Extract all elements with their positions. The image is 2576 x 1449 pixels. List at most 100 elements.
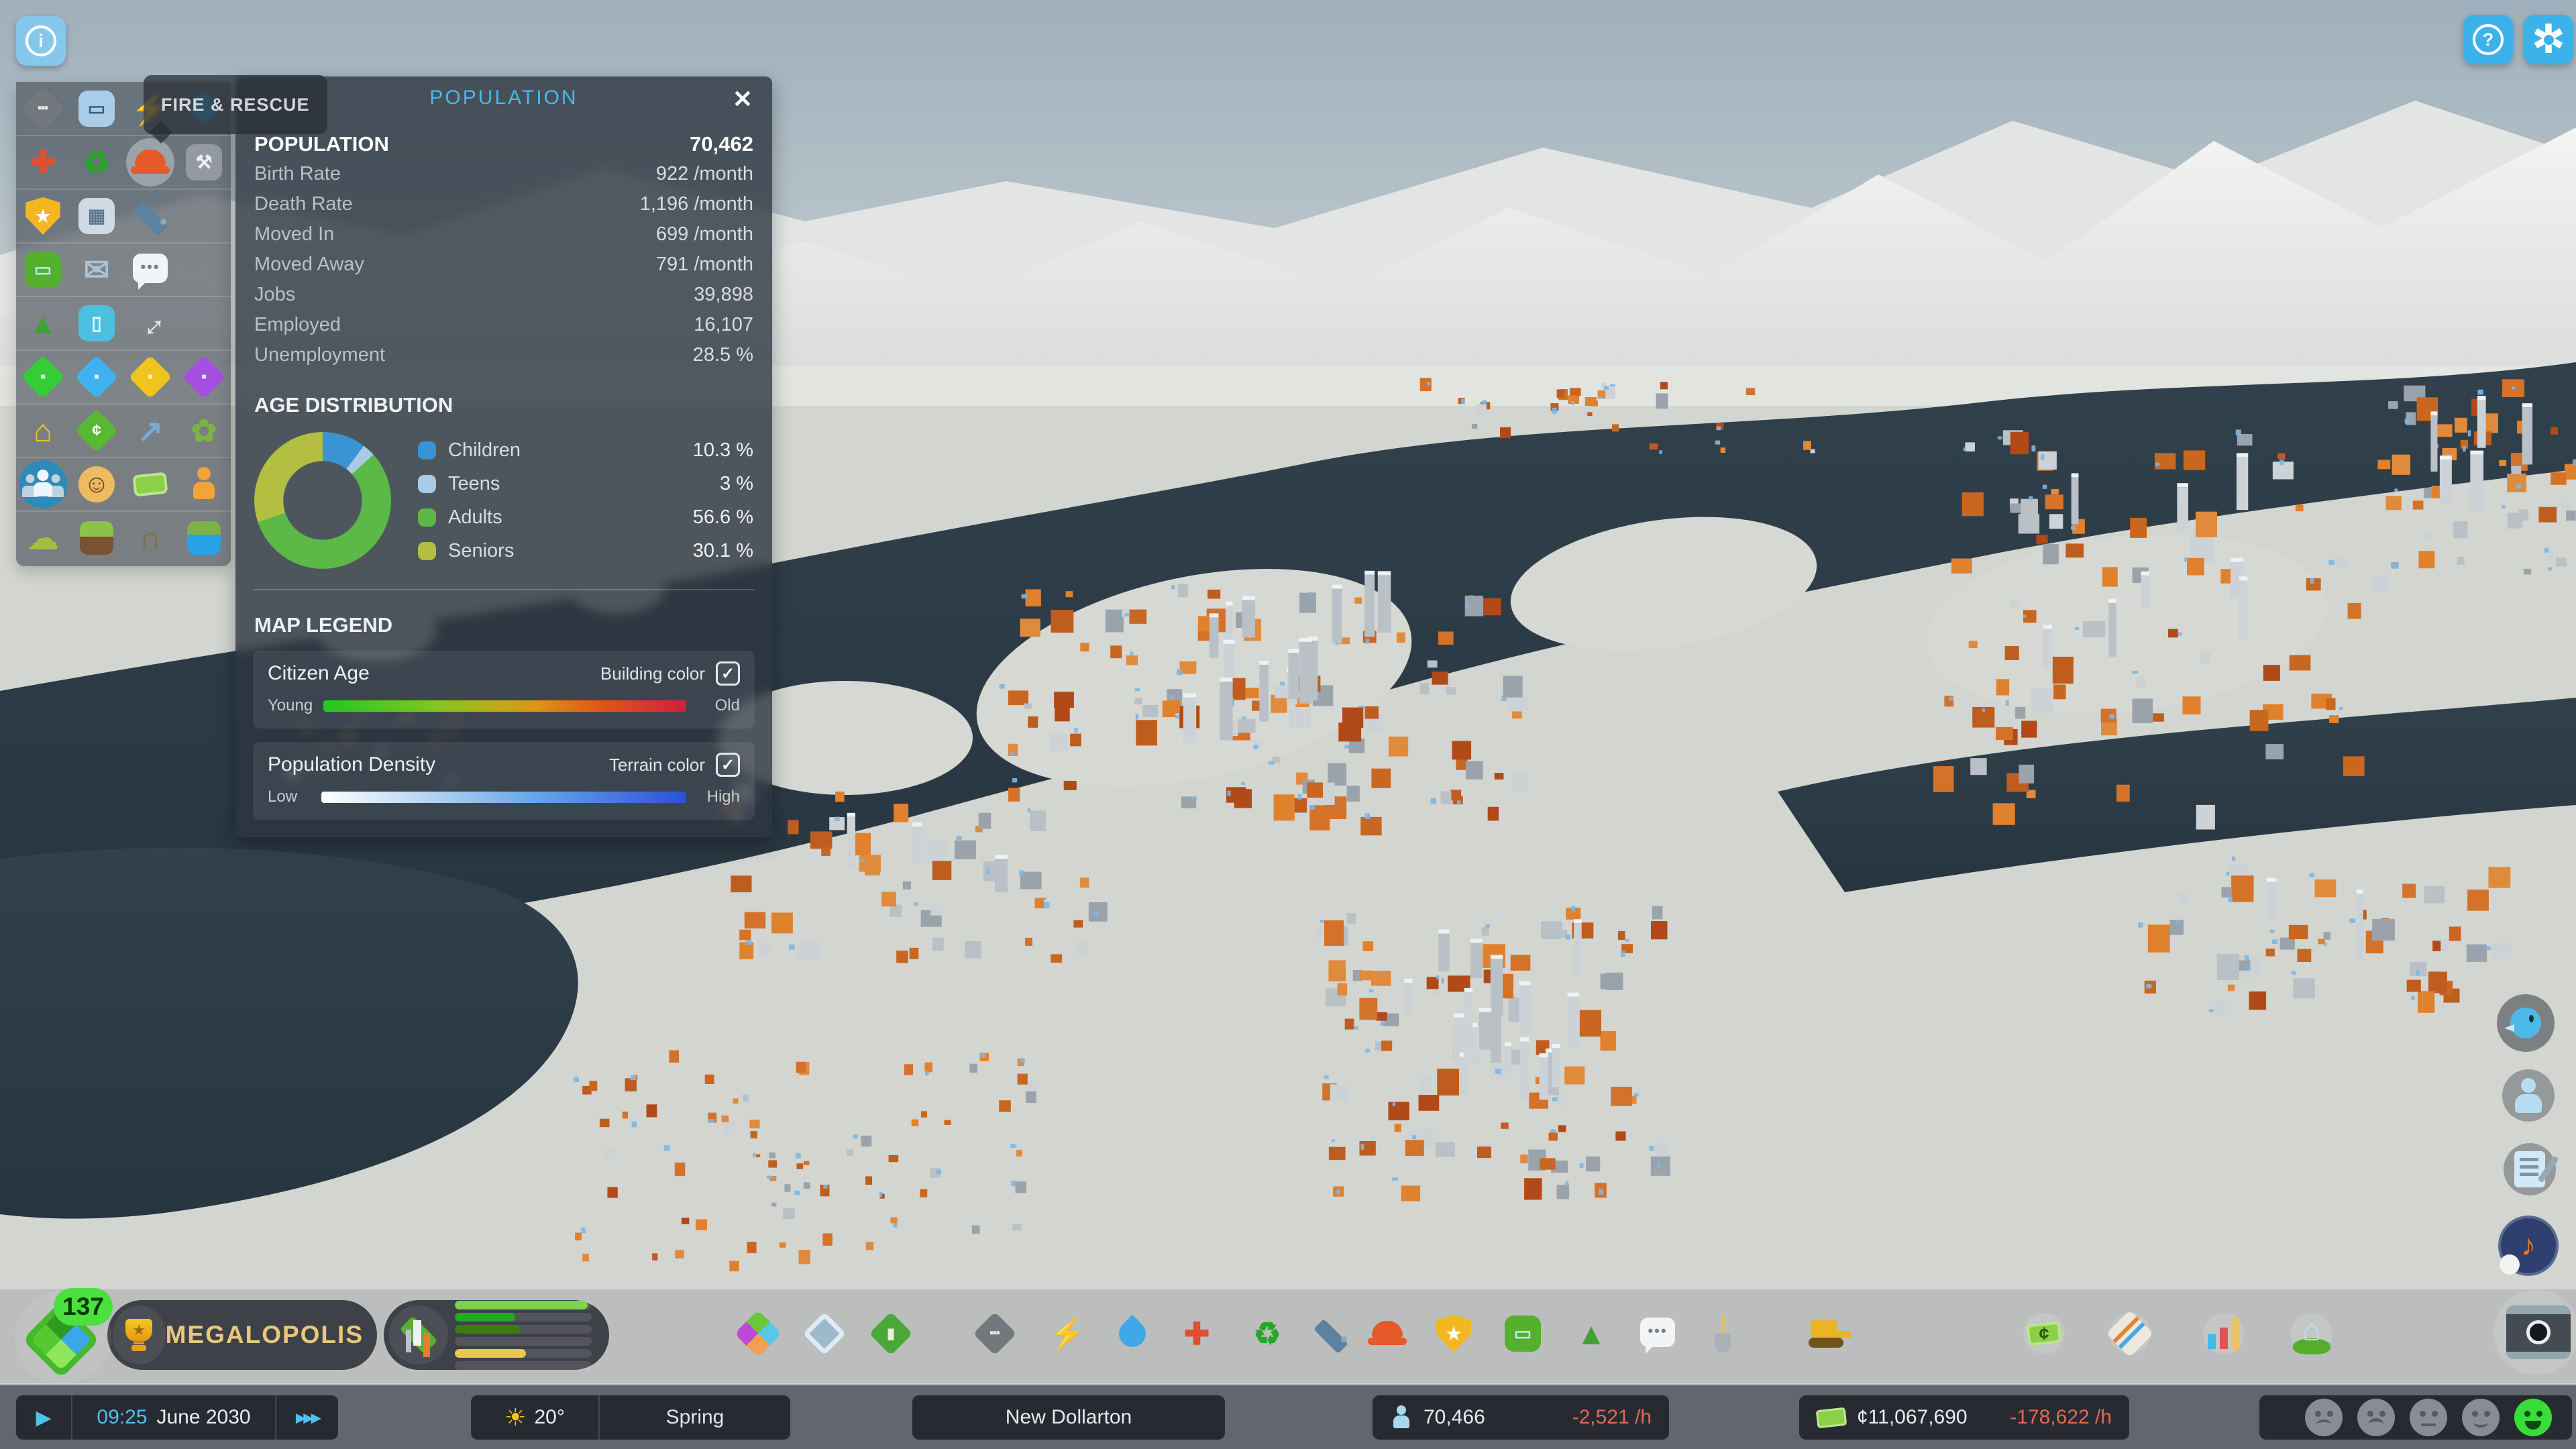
fire-rescue[interactable] xyxy=(126,138,174,186)
city-name-pill[interactable]: New Dollarton xyxy=(912,1395,1225,1440)
public-transport[interactable]: ▭ xyxy=(72,85,121,133)
zones-residential[interactable]: ▪ xyxy=(19,353,67,401)
weather-widget[interactable]: ☀ 20° Spring xyxy=(471,1395,790,1440)
transportation[interactable]: ▭ xyxy=(1499,1309,1547,1358)
chirper-button[interactable] xyxy=(2497,994,2555,1052)
police[interactable]: ★ xyxy=(19,192,67,240)
help-button[interactable]: ? xyxy=(2463,15,2513,64)
stat-label: POPULATION xyxy=(254,132,389,156)
water-sewage[interactable] xyxy=(1108,1309,1157,1358)
bulldozer[interactable] xyxy=(1803,1309,1851,1358)
post[interactable]: ✉ xyxy=(72,246,121,294)
zones[interactable] xyxy=(734,1309,782,1358)
garbage[interactable]: ♻ xyxy=(72,138,121,186)
zones-industrial[interactable]: ▪ xyxy=(126,353,174,401)
maintenance[interactable]: ⚒ xyxy=(180,138,228,186)
economy[interactable] xyxy=(126,460,174,508)
infoviews-panel: ┅ ▭ ⚡ ✚ ♻ xyxy=(16,82,231,566)
stat-row: Birth Rate 922 /month xyxy=(254,159,753,189)
speed-button[interactable]: ▶▶▶ xyxy=(276,1409,338,1426)
signature-buildings[interactable]: ▮ xyxy=(867,1309,915,1358)
communications[interactable]: ••• xyxy=(1633,1309,1682,1358)
zones-commercial[interactable]: ▪ xyxy=(72,353,121,401)
administration[interactable]: ▦ xyxy=(72,192,121,240)
happiness-face-icon xyxy=(2305,1399,2343,1436)
tourism[interactable]: ▯ xyxy=(72,299,121,347)
housing[interactable]: ⌂ xyxy=(19,407,67,455)
garbage[interactable]: ♻ xyxy=(1243,1309,1291,1358)
settings-button[interactable]: ✱ xyxy=(2524,15,2573,64)
panel-title: POPULATION xyxy=(429,87,578,109)
stat-label: Birth Rate xyxy=(254,163,341,185)
happiness[interactable]: ☺ xyxy=(72,460,121,508)
greenery[interactable]: ✿ xyxy=(180,407,228,455)
population-widget[interactable]: 70,466 -2,521 /h xyxy=(1373,1395,1669,1440)
education[interactable] xyxy=(1307,1309,1355,1358)
money-widget[interactable]: ¢11,067,690 -178,622 /h xyxy=(1799,1395,2129,1440)
parks-recreation[interactable]: ▲ xyxy=(1567,1309,1615,1358)
map-overview[interactable] xyxy=(2106,1309,2154,1358)
legend-name: Citizen Age xyxy=(268,662,370,685)
stat-row: POPULATION 70,462 xyxy=(254,129,753,159)
statistics[interactable]: ↗ xyxy=(126,407,174,455)
fire-rescue[interactable] xyxy=(1363,1309,1411,1358)
areas[interactable] xyxy=(800,1309,849,1358)
stat-value: 922 /month xyxy=(656,163,753,185)
population-count: 70,466 xyxy=(1424,1406,1485,1429)
stat-label: Death Rate xyxy=(254,193,353,215)
communications[interactable]: ••• xyxy=(126,246,174,294)
stat-row: Moved In 699 /month xyxy=(254,219,753,250)
infoviews-button[interactable]: i xyxy=(16,16,66,66)
progression[interactable]: ⌂ xyxy=(2288,1309,2336,1358)
electricity[interactable]: ⚡ xyxy=(1043,1309,1091,1358)
roads[interactable]: ┅ xyxy=(971,1309,1019,1358)
population[interactable] xyxy=(19,460,67,508)
milestone-badge[interactable]: 137 xyxy=(15,1291,111,1385)
outside-connections[interactable]: ↔ xyxy=(126,299,174,347)
water-pollution[interactable] xyxy=(180,514,228,562)
healthcare[interactable]: ✚ xyxy=(1173,1309,1221,1358)
play-button[interactable]: ▶ xyxy=(16,1406,71,1430)
legend-swatch xyxy=(418,508,436,527)
zones-office[interactable]: ▪ xyxy=(180,353,228,401)
education[interactable] xyxy=(126,192,174,240)
noise-pollution[interactable]: ∩ xyxy=(126,514,174,562)
population-stats: POPULATION 70,462 Birth Rate 922 /month … xyxy=(254,129,753,370)
economy[interactable]: ¢ xyxy=(2020,1309,2068,1358)
time-controls: ▶ 09:25 June 2030 ▶▶▶ xyxy=(16,1395,338,1440)
statistics[interactable] xyxy=(2200,1309,2248,1358)
close-icon[interactable]: ✕ xyxy=(728,85,757,114)
notes-icon xyxy=(2514,1151,2545,1187)
ground-pollution[interactable] xyxy=(72,514,121,562)
workplaces[interactable] xyxy=(180,460,228,508)
scale-min-label: Low xyxy=(268,788,311,806)
followed-citizens-button[interactable] xyxy=(2502,1069,2555,1122)
parks-recreation[interactable]: ▲ xyxy=(19,299,67,347)
happiness-widget[interactable] xyxy=(2259,1395,2572,1440)
legend-value: 3 % xyxy=(720,473,753,495)
stat-label: Unemployment xyxy=(254,344,385,366)
police[interactable]: ★ xyxy=(1430,1309,1478,1358)
land-value[interactable]: ¢ xyxy=(72,407,121,455)
checkbox[interactable]: ✓ xyxy=(716,661,740,686)
age-distribution-title: AGE DISTRIBUTION xyxy=(254,393,753,417)
roads[interactable]: ┅ xyxy=(19,85,67,133)
age-legend-row: Teens 3 % xyxy=(418,469,753,498)
air-pollution[interactable]: ☁ xyxy=(19,514,67,562)
legend-value: 10.3 % xyxy=(693,439,753,462)
map-legend-title: MAP LEGEND xyxy=(254,613,753,637)
bird-icon xyxy=(2509,1006,2542,1040)
scale-max-label: Old xyxy=(697,696,740,715)
landscaping[interactable] xyxy=(1699,1309,1747,1358)
happiness-face-icon xyxy=(2462,1399,2500,1436)
transportation[interactable]: ▭ xyxy=(19,246,67,294)
radio-button[interactable]: ♪ xyxy=(2498,1216,2559,1276)
checkbox[interactable]: ✓ xyxy=(716,753,740,777)
stat-row: Moved Away 791 /month xyxy=(254,250,753,280)
photo-mode-button[interactable] xyxy=(2506,1305,2571,1359)
healthcare[interactable]: ✚ xyxy=(19,138,67,186)
game-date: June 2030 xyxy=(156,1406,250,1429)
gear-icon: ✱ xyxy=(2531,22,2566,57)
journal-button[interactable] xyxy=(2504,1143,2556,1195)
music-note-icon: ♪ xyxy=(2521,1229,2536,1263)
